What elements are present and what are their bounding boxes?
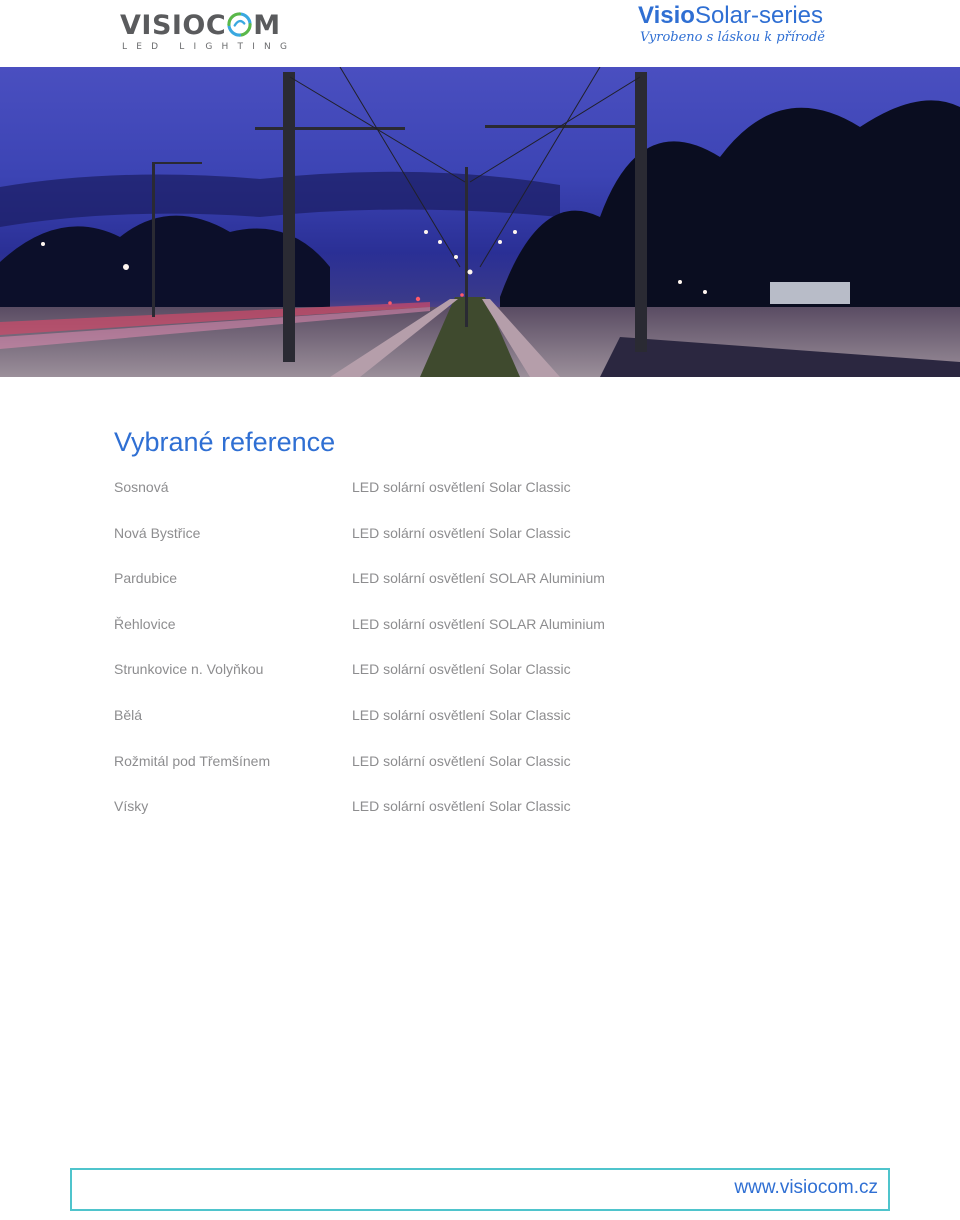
series-name: VisioSolar-series	[638, 2, 823, 30]
series-brand: VisioSolar-series Vyrobeno s láskou k př…	[638, 2, 825, 46]
list-item: Strunkovice n. Volyňkou LED solární osvě…	[114, 660, 814, 706]
list-item: Pardubice LED solární osvětlení SOLAR Al…	[114, 569, 814, 615]
logo-word-right: M	[253, 10, 281, 41]
list-item: Řehlovice LED solární osvětlení SOLAR Al…	[114, 615, 814, 661]
reference-place: Nová Bystřice	[114, 524, 201, 541]
reference-product: LED solární osvětlení Solar Classic	[352, 706, 571, 723]
series-tagline: Vyrobeno s láskou k přírodě	[640, 30, 825, 45]
logo-wordmark: VISIOC M	[120, 10, 281, 41]
series-name-bold: Visio	[638, 2, 695, 29]
list-item: Bělá LED solární osvětlení Solar Classic	[114, 706, 814, 752]
street-lights-at-dusk-photo	[0, 67, 960, 377]
reference-place: Strunkovice n. Volyňkou	[114, 661, 264, 678]
list-item: Rožmitál pod Třemšínem LED solární osvět…	[114, 752, 814, 798]
page-header: VISIOC M LED LIGHTING VisioSolar-series …	[0, 0, 960, 66]
footer-frame: www.visiocom.cz	[70, 1168, 890, 1211]
reference-place: Rožmitál pod Třemšínem	[114, 752, 271, 769]
logo-word-left: VISIOC	[120, 10, 227, 41]
list-item: Sosnová LED solární osvětlení Solar Clas…	[114, 478, 814, 524]
logo-swirl-icon	[227, 12, 252, 37]
reference-place: Pardubice	[114, 570, 178, 587]
reference-place: Bělá	[114, 706, 143, 723]
reference-product: LED solární osvětlení Solar Classic	[352, 661, 571, 678]
logo-subtitle: LED LIGHTING	[122, 42, 297, 52]
reference-place: Sosnová	[114, 479, 169, 495]
website-link[interactable]: www.visiocom.cz	[734, 1177, 878, 1199]
reference-product: LED solární osvětlení Solar Classic	[352, 752, 571, 769]
reference-place: Vísky	[114, 798, 149, 815]
visiocom-logo: VISIOC M LED LIGHTING	[120, 4, 287, 54]
reference-product: LED solární osvětlení Solar Classic	[352, 524, 571, 541]
reference-product: LED solární osvětlení SOLAR Aluminium	[352, 570, 605, 587]
reference-product: LED solární osvětlení Solar Classic	[352, 798, 571, 815]
list-item: Vísky LED solární osvětlení Solar Classi…	[114, 797, 814, 843]
reference-product: LED solární osvětlení Solar Classic	[352, 479, 571, 495]
reference-place: Řehlovice	[114, 615, 176, 632]
list-item: Nová Bystřice LED solární osvětlení Sola…	[114, 524, 814, 570]
series-name-rest: Solar-series	[694, 2, 823, 29]
reference-product: LED solární osvětlení SOLAR Aluminium	[352, 615, 605, 632]
reference-list: Sosnová LED solární osvětlení Solar Clas…	[114, 478, 814, 843]
page-title: Vybrané reference	[114, 427, 336, 457]
